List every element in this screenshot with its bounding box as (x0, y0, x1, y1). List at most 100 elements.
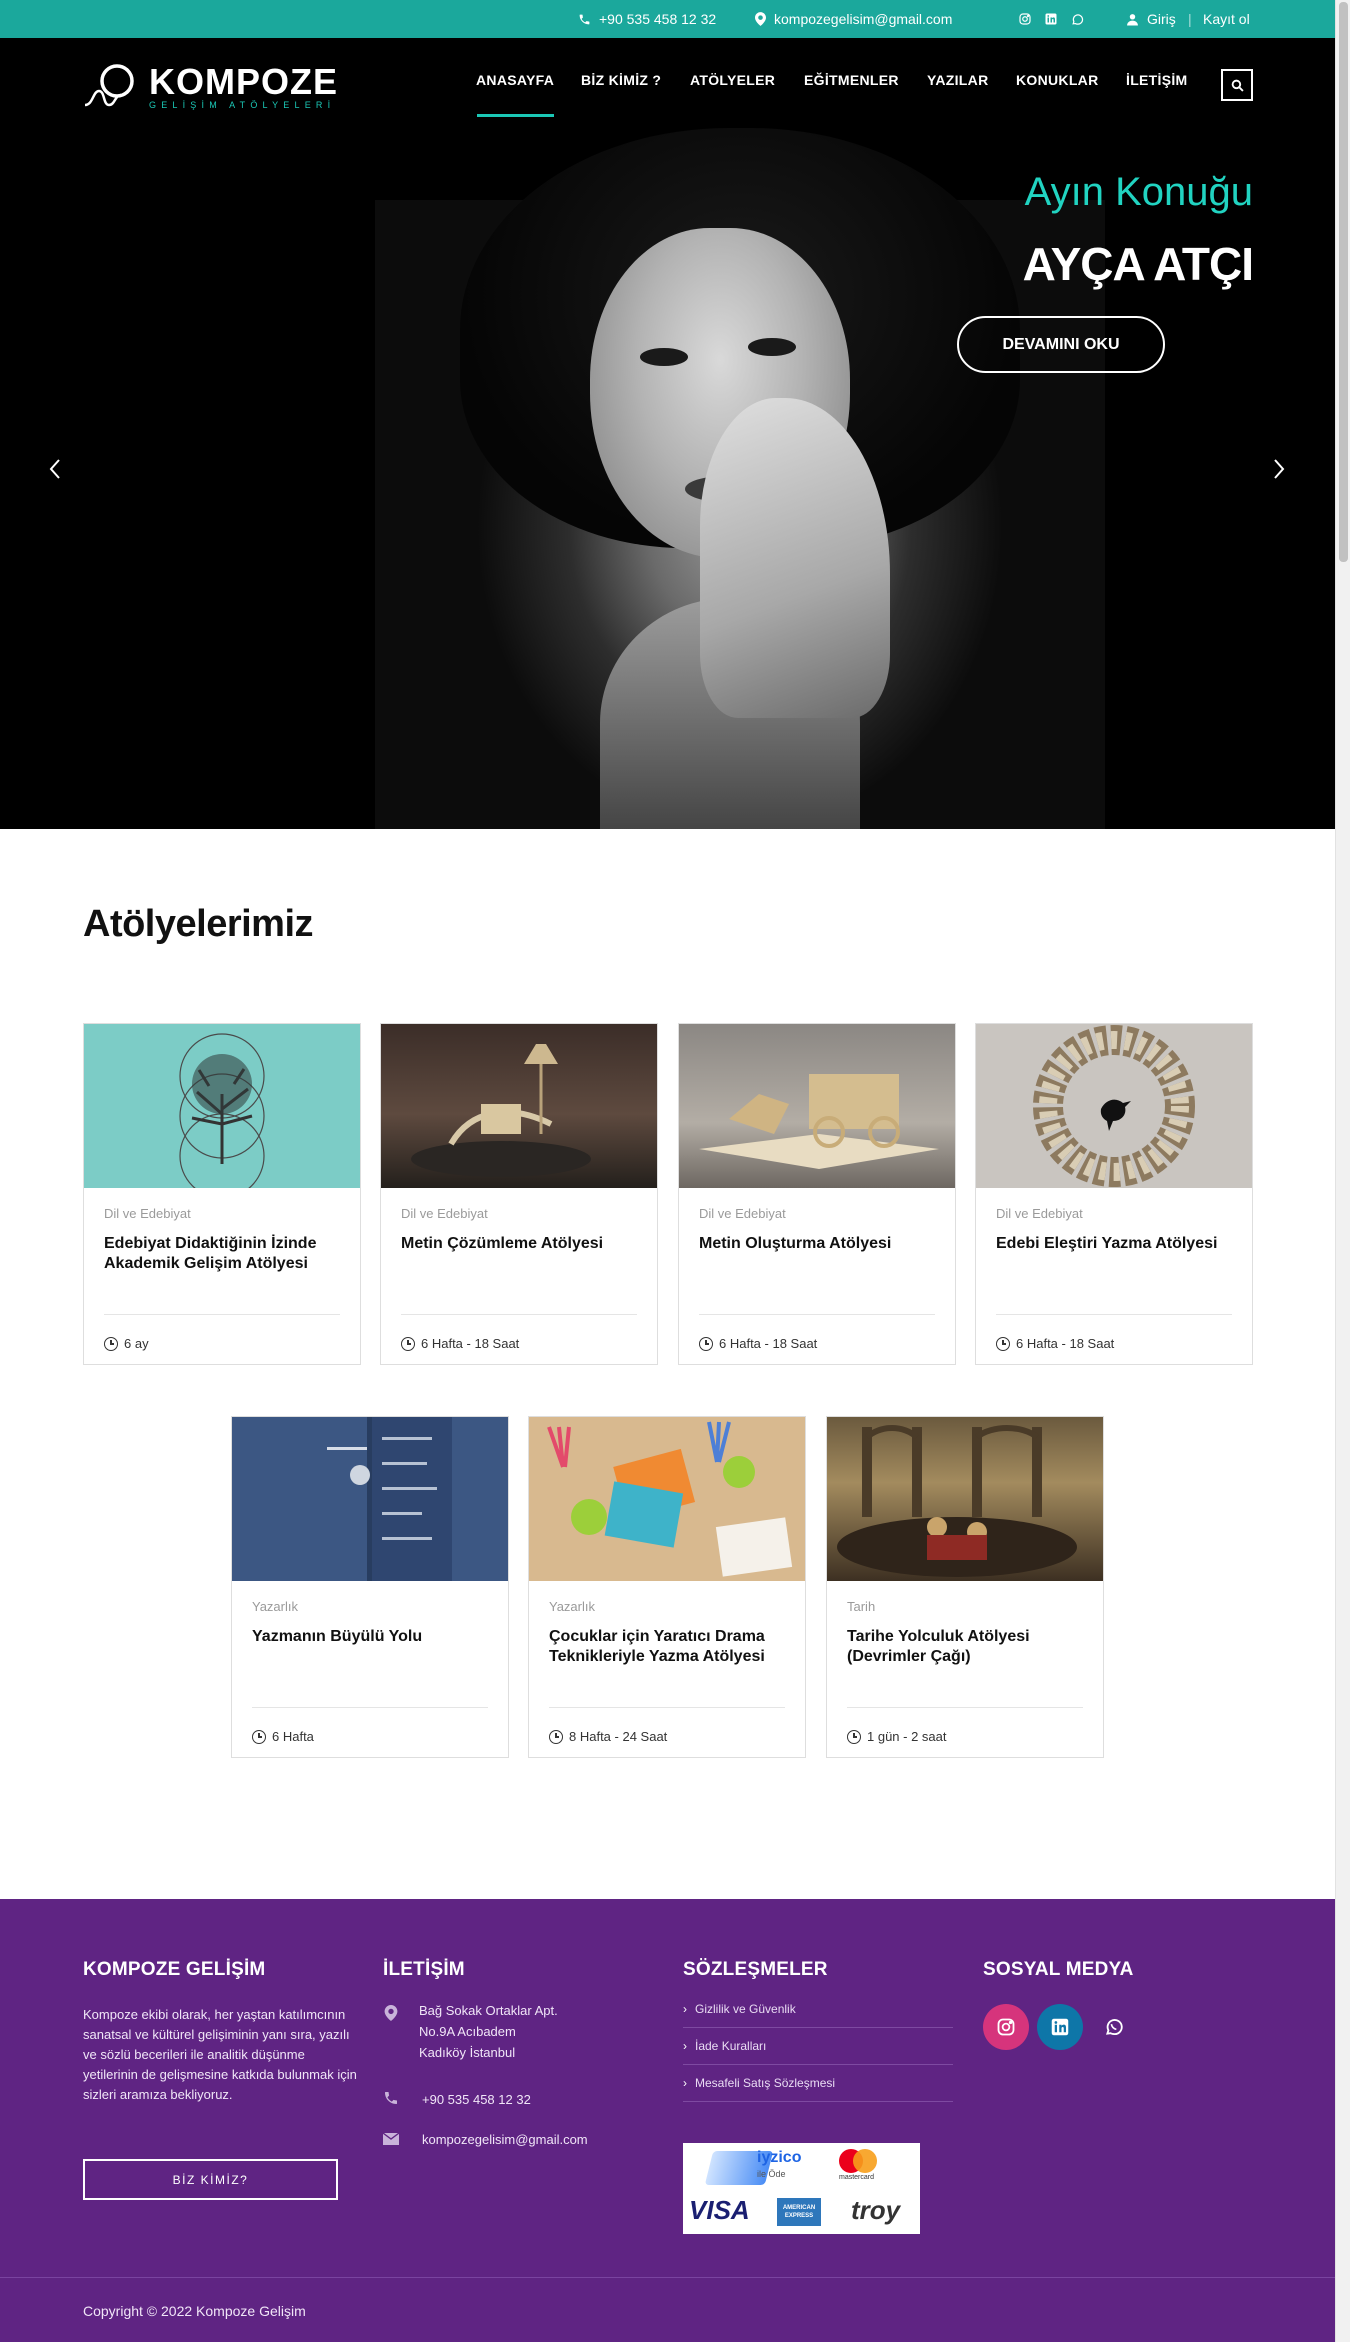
register-link[interactable]: Kayıt ol (1203, 0, 1250, 38)
topbar-separator: | (1188, 11, 1192, 27)
nav-iletisim[interactable]: İLETİŞİM (1126, 72, 1188, 100)
nav-atolyeler[interactable]: ATÖLYELER (690, 72, 775, 100)
workshop-category: Tarih (847, 1599, 876, 1614)
workshop-duration: 6 Hafta - 18 Saat (996, 1336, 1114, 1351)
footer-phone[interactable]: +90 535 458 12 32 (422, 2089, 531, 2110)
hero-photo-eye-right (748, 338, 796, 356)
topbar-phone[interactable]: +90 535 458 12 32 (578, 0, 716, 38)
footer-whatsapp-button[interactable] (1091, 2004, 1137, 2050)
instagram-icon[interactable] (1018, 12, 1032, 26)
nav-anasayfa[interactable]: ANASAYFA (476, 72, 554, 100)
nav-yazilar[interactable]: YAZILAR (927, 72, 988, 100)
search-button[interactable] (1221, 69, 1253, 101)
topbar-email[interactable]: kompozegelisim@gmail.com (755, 0, 952, 38)
workshop-duration-text: 6 Hafta (272, 1729, 314, 1744)
nav-biz-kimiz[interactable]: BİZ KİMİZ ? (581, 72, 661, 100)
login-link[interactable]: Giriş (1126, 0, 1176, 38)
top-bar: +90 535 458 12 32 kompozegelisim@gmail.c… (0, 0, 1335, 38)
workshop-card[interactable]: Tarih Tarihe Yolculuk Atölyesi (Devrimle… (826, 1416, 1104, 1758)
chevron-right-icon: › (683, 2076, 687, 2090)
workshop-card-image (827, 1417, 1103, 1581)
phone-icon (385, 2092, 397, 2104)
footer-divider (0, 2277, 1335, 2278)
hero-read-more-button[interactable]: DEVAMINI OKU (957, 316, 1165, 373)
chevron-right-icon: › (683, 2002, 687, 2016)
linkedin-icon[interactable] (1044, 12, 1058, 26)
workshop-card-image (84, 1024, 360, 1188)
footer-about-text: Kompoze ekibi olarak, her yaştan katılım… (83, 2007, 357, 2102)
workshop-card[interactable]: Dil ve Edebiyat Metin Çözümleme Atölyesi… (380, 1023, 658, 1365)
workshop-title[interactable]: Tarihe Yolculuk Atölyesi (Devrimler Çağı… (847, 1627, 1087, 1667)
workshop-category: Dil ve Edebiyat (104, 1206, 191, 1221)
workshop-divider (847, 1707, 1083, 1708)
workshop-title[interactable]: Edebiyat Didaktiğinin İzinde Akademik Ge… (104, 1234, 344, 1274)
slider-prev-arrow[interactable] (40, 454, 70, 484)
footer-email[interactable]: kompozegelisim@gmail.com (422, 2129, 607, 2150)
workshop-category: Yazarlık (549, 1599, 595, 1614)
chevron-right-icon: › (683, 2039, 687, 2053)
clock-icon (252, 1729, 266, 1744)
workshop-category: Dil ve Edebiyat (401, 1206, 488, 1221)
workshop-card-image (232, 1417, 508, 1581)
workshop-category: Yazarlık (252, 1599, 298, 1614)
workshop-card[interactable]: Dil ve Edebiyat Metin Oluşturma Atölyesi… (678, 1023, 956, 1365)
workshop-card[interactable]: Dil ve Edebiyat Edebiyat Didaktiğinin İz… (83, 1023, 361, 1365)
nav-egitmenler[interactable]: EĞİTMENLER (804, 72, 899, 100)
footer-link-label: Gizlilik ve Güvenlik (695, 2002, 796, 2016)
visa-logo: VISA (689, 2195, 750, 2225)
chevron-right-icon (1274, 459, 1285, 479)
footer-link-sales-contract[interactable]: › Mesafeli Satış Sözleşmesi (683, 2065, 953, 2102)
footer-contracts-title: SÖZLEŞMELER (683, 1959, 828, 1980)
scrollbar[interactable] (1335, 0, 1350, 2342)
workshop-duration-text: 6 Hafta - 18 Saat (719, 1336, 818, 1351)
workshop-card[interactable]: Yazarlık Çocuklar için Yaratıcı Drama Te… (528, 1416, 806, 1758)
amex-logo: AMERICAN EXPRESS (777, 2198, 821, 2226)
iyzico-logo: iyzico (757, 2149, 802, 2166)
workshop-duration-text: 8 Hafta - 24 Saat (569, 1729, 668, 1744)
hero-photo-eye-left (640, 348, 688, 366)
site-logo[interactable]: KOMPOZE GELİŞİM ATÖLYELERİ (83, 61, 343, 113)
nav-active-indicator (477, 114, 554, 117)
footer-link-privacy[interactable]: › Gizlilik ve Güvenlik (683, 1991, 953, 2028)
iyzico-subtitle: ile Öde (757, 2169, 786, 2179)
footer-link-returns[interactable]: › İade Kuralları (683, 2028, 953, 2065)
nav-konuklar[interactable]: KONUKLAR (1016, 72, 1099, 100)
slider-next-arrow[interactable] (1264, 454, 1294, 484)
envelope-icon (383, 2132, 399, 2145)
footer-instagram-button[interactable] (983, 2004, 1029, 2050)
instagram-icon (997, 2018, 1015, 2036)
footer-link-label: İade Kuralları (695, 2039, 767, 2053)
footer-address-line: No.9A Acıbadem (419, 2024, 516, 2039)
workshop-duration-text: 6 ay (124, 1336, 149, 1351)
footer-about-button[interactable]: BİZ KİMİZ? (83, 2159, 338, 2200)
footer-address-line: Bağ Sokak Ortaklar Apt. (419, 2003, 558, 2018)
footer-link-label: Mesafeli Satış Sözleşmesi (695, 2076, 836, 2090)
scrollbar-thumb[interactable] (1339, 2, 1348, 562)
hero-title: AYÇA ATÇI (1022, 238, 1254, 290)
page: +90 535 458 12 32 kompozegelisim@gmail.c… (0, 0, 1335, 2342)
workshop-card[interactable]: Dil ve Edebiyat Edebi Eleştiri Yazma Atö… (975, 1023, 1253, 1365)
workshop-divider (996, 1314, 1232, 1315)
payment-logos: iyzico ile Öde mastercard VISA AMERICAN … (683, 2143, 920, 2234)
workshop-title[interactable]: Metin Oluşturma Atölyesi (699, 1234, 939, 1254)
workshop-title[interactable]: Yazmanın Büyülü Yolu (252, 1627, 492, 1647)
chevron-left-icon (49, 459, 60, 479)
logo-wordmark: KOMPOZE (149, 61, 339, 102)
footer-linkedin-button[interactable] (1037, 2004, 1083, 2050)
linkedin-icon (1051, 2018, 1069, 2036)
clock-icon (401, 1336, 415, 1351)
clock-icon (699, 1336, 713, 1351)
troy-logo: troy (851, 2195, 901, 2225)
workshop-divider (401, 1314, 637, 1315)
login-label: Giriş (1147, 11, 1176, 27)
workshop-title[interactable]: Metin Çözümleme Atölyesi (401, 1234, 641, 1254)
workshop-title[interactable]: Edebi Eleştiri Yazma Atölyesi (996, 1234, 1236, 1254)
footer-address: Bağ Sokak Ortaklar Apt. No.9A Acıbadem K… (419, 2000, 558, 2063)
workshop-card[interactable]: Yazarlık Yazmanın Büyülü Yolu 6 Hafta (231, 1416, 509, 1758)
workshop-title[interactable]: Çocuklar için Yaratıcı Drama Teknikleriy… (549, 1627, 789, 1667)
workshop-duration: 8 Hafta - 24 Saat (549, 1729, 667, 1744)
workshop-duration: 6 Hafta - 18 Saat (699, 1336, 817, 1351)
workshop-duration: 6 Hafta - 18 Saat (401, 1336, 519, 1351)
workshop-card-image (529, 1417, 805, 1581)
whatsapp-icon[interactable] (1070, 12, 1084, 26)
